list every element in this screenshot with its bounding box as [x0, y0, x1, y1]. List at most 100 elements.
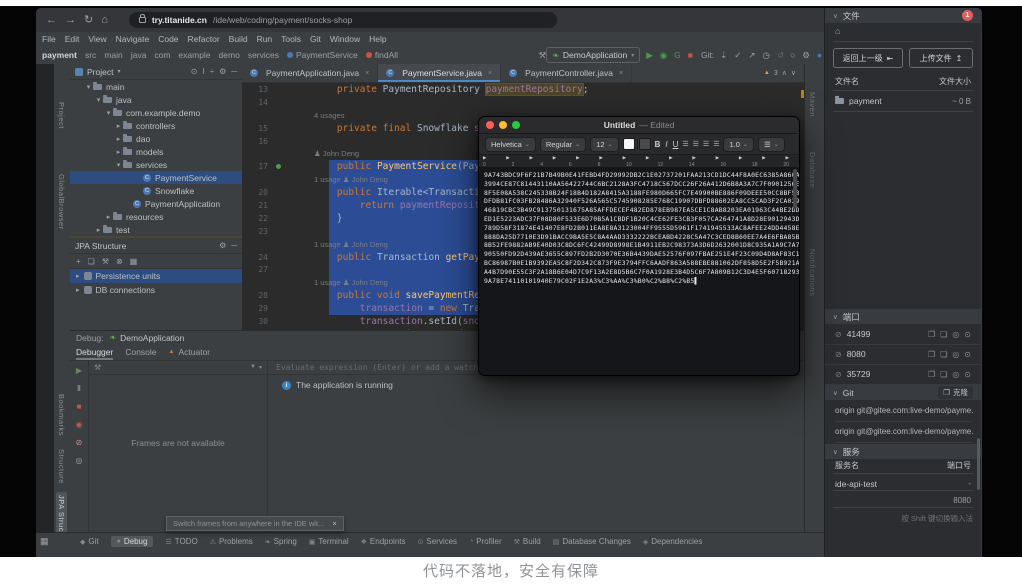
stop-debug-icon[interactable]: ■: [77, 402, 82, 411]
git-commit-icon[interactable]: ✓: [734, 51, 741, 60]
profile-run-icon[interactable]: G: [674, 51, 681, 60]
breadcrumb-item[interactable]: com: [154, 50, 170, 60]
tree-item-com.example.demo[interactable]: ▾com.example.demo: [70, 106, 242, 119]
text-color-well[interactable]: [623, 138, 635, 150]
minimize-window-icon[interactable]: [499, 121, 507, 129]
line-spacing-select[interactable]: 1.0 ⌄: [723, 137, 753, 152]
git-section-header[interactable]: ∨ Git ❐ 克隆: [825, 385, 981, 400]
menu-item-file[interactable]: File: [42, 34, 56, 44]
tooltip-close-icon[interactable]: ×: [332, 519, 336, 528]
port-stop-icon[interactable]: ⊙: [964, 370, 971, 379]
menu-item-navigate[interactable]: Navigate: [116, 34, 150, 44]
debug-tab-console[interactable]: Console: [125, 344, 156, 360]
mute-breakpoints-icon[interactable]: ⊘: [76, 438, 83, 447]
tree-item-services[interactable]: ▾services: [70, 158, 242, 171]
doc-icon[interactable]: ❏: [88, 257, 95, 266]
bold-button[interactable]: B: [655, 140, 661, 149]
tree-expander-icon[interactable]: ▾: [104, 109, 113, 117]
home-icon[interactable]: ⌂: [101, 14, 108, 26]
textedit-scrollbar[interactable]: [793, 169, 797, 209]
hide-panel-icon[interactable]: ─: [231, 67, 237, 76]
jpa-item-db-connections[interactable]: ▸DB connections: [70, 283, 242, 297]
tab-stop-icon[interactable]: ▶: [530, 155, 533, 161]
tree-item-controllers[interactable]: ▸controllers: [70, 119, 242, 132]
git-clone-button[interactable]: ❐ 克隆: [938, 386, 973, 399]
rollback-icon[interactable]: ↺: [777, 51, 784, 60]
git-update-icon[interactable]: ⇣: [720, 51, 727, 60]
tree-item-resources[interactable]: ▸resources: [70, 210, 242, 223]
git-remote-row[interactable]: origin git@gitee.com:live-demo/payme…: [835, 421, 973, 443]
plugin-icon[interactable]: ●: [817, 51, 822, 60]
close-tab-icon[interactable]: ×: [365, 70, 369, 77]
breadcrumb-item[interactable]: example: [178, 50, 210, 60]
editor-tab-paymentcontroller.java[interactable]: CPaymentController.java×: [501, 64, 632, 82]
stripe-label-structure[interactable]: Structure: [57, 449, 66, 484]
coverage-icon[interactable]: ◉: [660, 51, 667, 60]
font-size-select[interactable]: 12 ⌄: [590, 137, 618, 152]
add-icon[interactable]: +: [76, 257, 81, 266]
forward-icon[interactable]: →: [65, 14, 76, 26]
tab-stop-icon[interactable]: ▶: [623, 155, 626, 161]
run-icon[interactable]: ▶: [646, 51, 653, 60]
history-icon[interactable]: ◷: [763, 51, 770, 60]
tree-item-paymentapplication[interactable]: CPaymentApplication: [70, 197, 242, 210]
tree-item-dao[interactable]: ▸dao: [70, 132, 242, 145]
stripe-label-maven[interactable]: Maven: [808, 92, 817, 117]
stripe-label-project[interactable]: Project: [57, 102, 66, 129]
port-settings-icon[interactable]: ◎: [952, 330, 959, 339]
filter-icon[interactable]: ▼: [250, 364, 256, 371]
menu-item-window[interactable]: Window: [330, 34, 360, 44]
italic-button[interactable]: I: [665, 140, 667, 149]
debug-tab-debugger[interactable]: Debugger: [76, 344, 113, 360]
tree-expander-icon[interactable]: ▸: [114, 148, 123, 156]
inspections-widget[interactable]: ▲3∧∨: [764, 64, 804, 82]
tab-stop-icon[interactable]: ▶: [739, 155, 742, 161]
tab-stop-icon[interactable]: ▶: [692, 155, 695, 161]
debug-tab-actuator[interactable]: ▲Actuator: [169, 344, 211, 360]
tab-stop-icon[interactable]: ▶: [716, 155, 719, 161]
jpa-hide-icon[interactable]: ─: [231, 241, 237, 250]
tree-item-main[interactable]: ▾main: [70, 80, 242, 93]
service-row[interactable]: ide-api-test-: [835, 476, 971, 491]
back-icon[interactable]: ←: [46, 14, 57, 26]
breadcrumb-item[interactable]: src: [85, 50, 96, 60]
address-bar[interactable]: try.titanide.cn/ide/web/coding/payment/s…: [129, 12, 557, 28]
port-row[interactable]: ⊘35729❐❏◎⊙: [825, 364, 981, 385]
panel-settings-icon[interactable]: ⚙: [219, 67, 226, 76]
background-color-well[interactable]: [639, 138, 651, 150]
wrench-icon[interactable]: ⚒: [102, 257, 109, 266]
files-home-icon[interactable]: ⌂: [835, 26, 840, 36]
port-settings-icon[interactable]: ◎: [952, 350, 959, 359]
git-remote-row[interactable]: origin git@gitee.com:live-demo/payme…: [835, 400, 973, 422]
tab-stop-icon[interactable]: ▶: [506, 155, 509, 161]
list-style-select[interactable]: ☰ ⌄: [758, 137, 785, 152]
panel-scrollbar[interactable]: [977, 438, 980, 490]
open-in-browser-icon[interactable]: ❐: [928, 350, 935, 359]
tree-expander-icon[interactable]: ▸: [114, 135, 123, 143]
port-row[interactable]: ⊘8080❐❏◎⊙: [825, 344, 981, 365]
menu-item-tools[interactable]: Tools: [281, 34, 301, 44]
breadcrumb-item[interactable]: demo: [219, 50, 240, 60]
jpa-settings-icon[interactable]: ⚙: [219, 241, 226, 250]
textedit-content[interactable]: 9A743BDC9F6F21B7B49B0E41FEBD4FD29992DB2C…: [479, 167, 799, 375]
tree-item-paymentservice[interactable]: CPaymentService: [70, 171, 242, 184]
tree-item-models[interactable]: ▸models: [70, 145, 242, 158]
underline-button[interactable]: U: [673, 140, 679, 149]
pause-icon[interactable]: Ⅱ: [77, 384, 81, 393]
statusbar-item-todo[interactable]: ☰TODO: [165, 537, 197, 546]
statusbar-item-problems[interactable]: ⚠Problems: [210, 537, 253, 546]
port-settings-icon[interactable]: ◎: [952, 370, 959, 379]
project-structure-icon[interactable]: ⚒: [539, 51, 547, 60]
snapshot-icon[interactable]: ◎: [76, 456, 83, 465]
menu-item-build[interactable]: Build: [229, 34, 248, 44]
prev-warning-icon[interactable]: ∧: [782, 69, 787, 77]
close-window-icon[interactable]: [486, 121, 494, 129]
menu-item-refactor[interactable]: Refactor: [188, 34, 220, 44]
align-text-icon[interactable]: ☰: [693, 140, 699, 148]
textedit-window[interactable]: Untitled — Edited Helvetica ⌄ Regular ⌄ …: [478, 116, 800, 376]
service-row[interactable]: 8080: [835, 493, 971, 508]
statusbar-item-git[interactable]: ◆Git: [80, 537, 99, 546]
tab-stop-icon[interactable]: ▶: [785, 155, 788, 161]
debug-config-tab[interactable]: ❧ DemoApplication: [109, 333, 184, 343]
stripe-label-globalbrowser[interactable]: GlobalBrowser: [57, 174, 66, 230]
